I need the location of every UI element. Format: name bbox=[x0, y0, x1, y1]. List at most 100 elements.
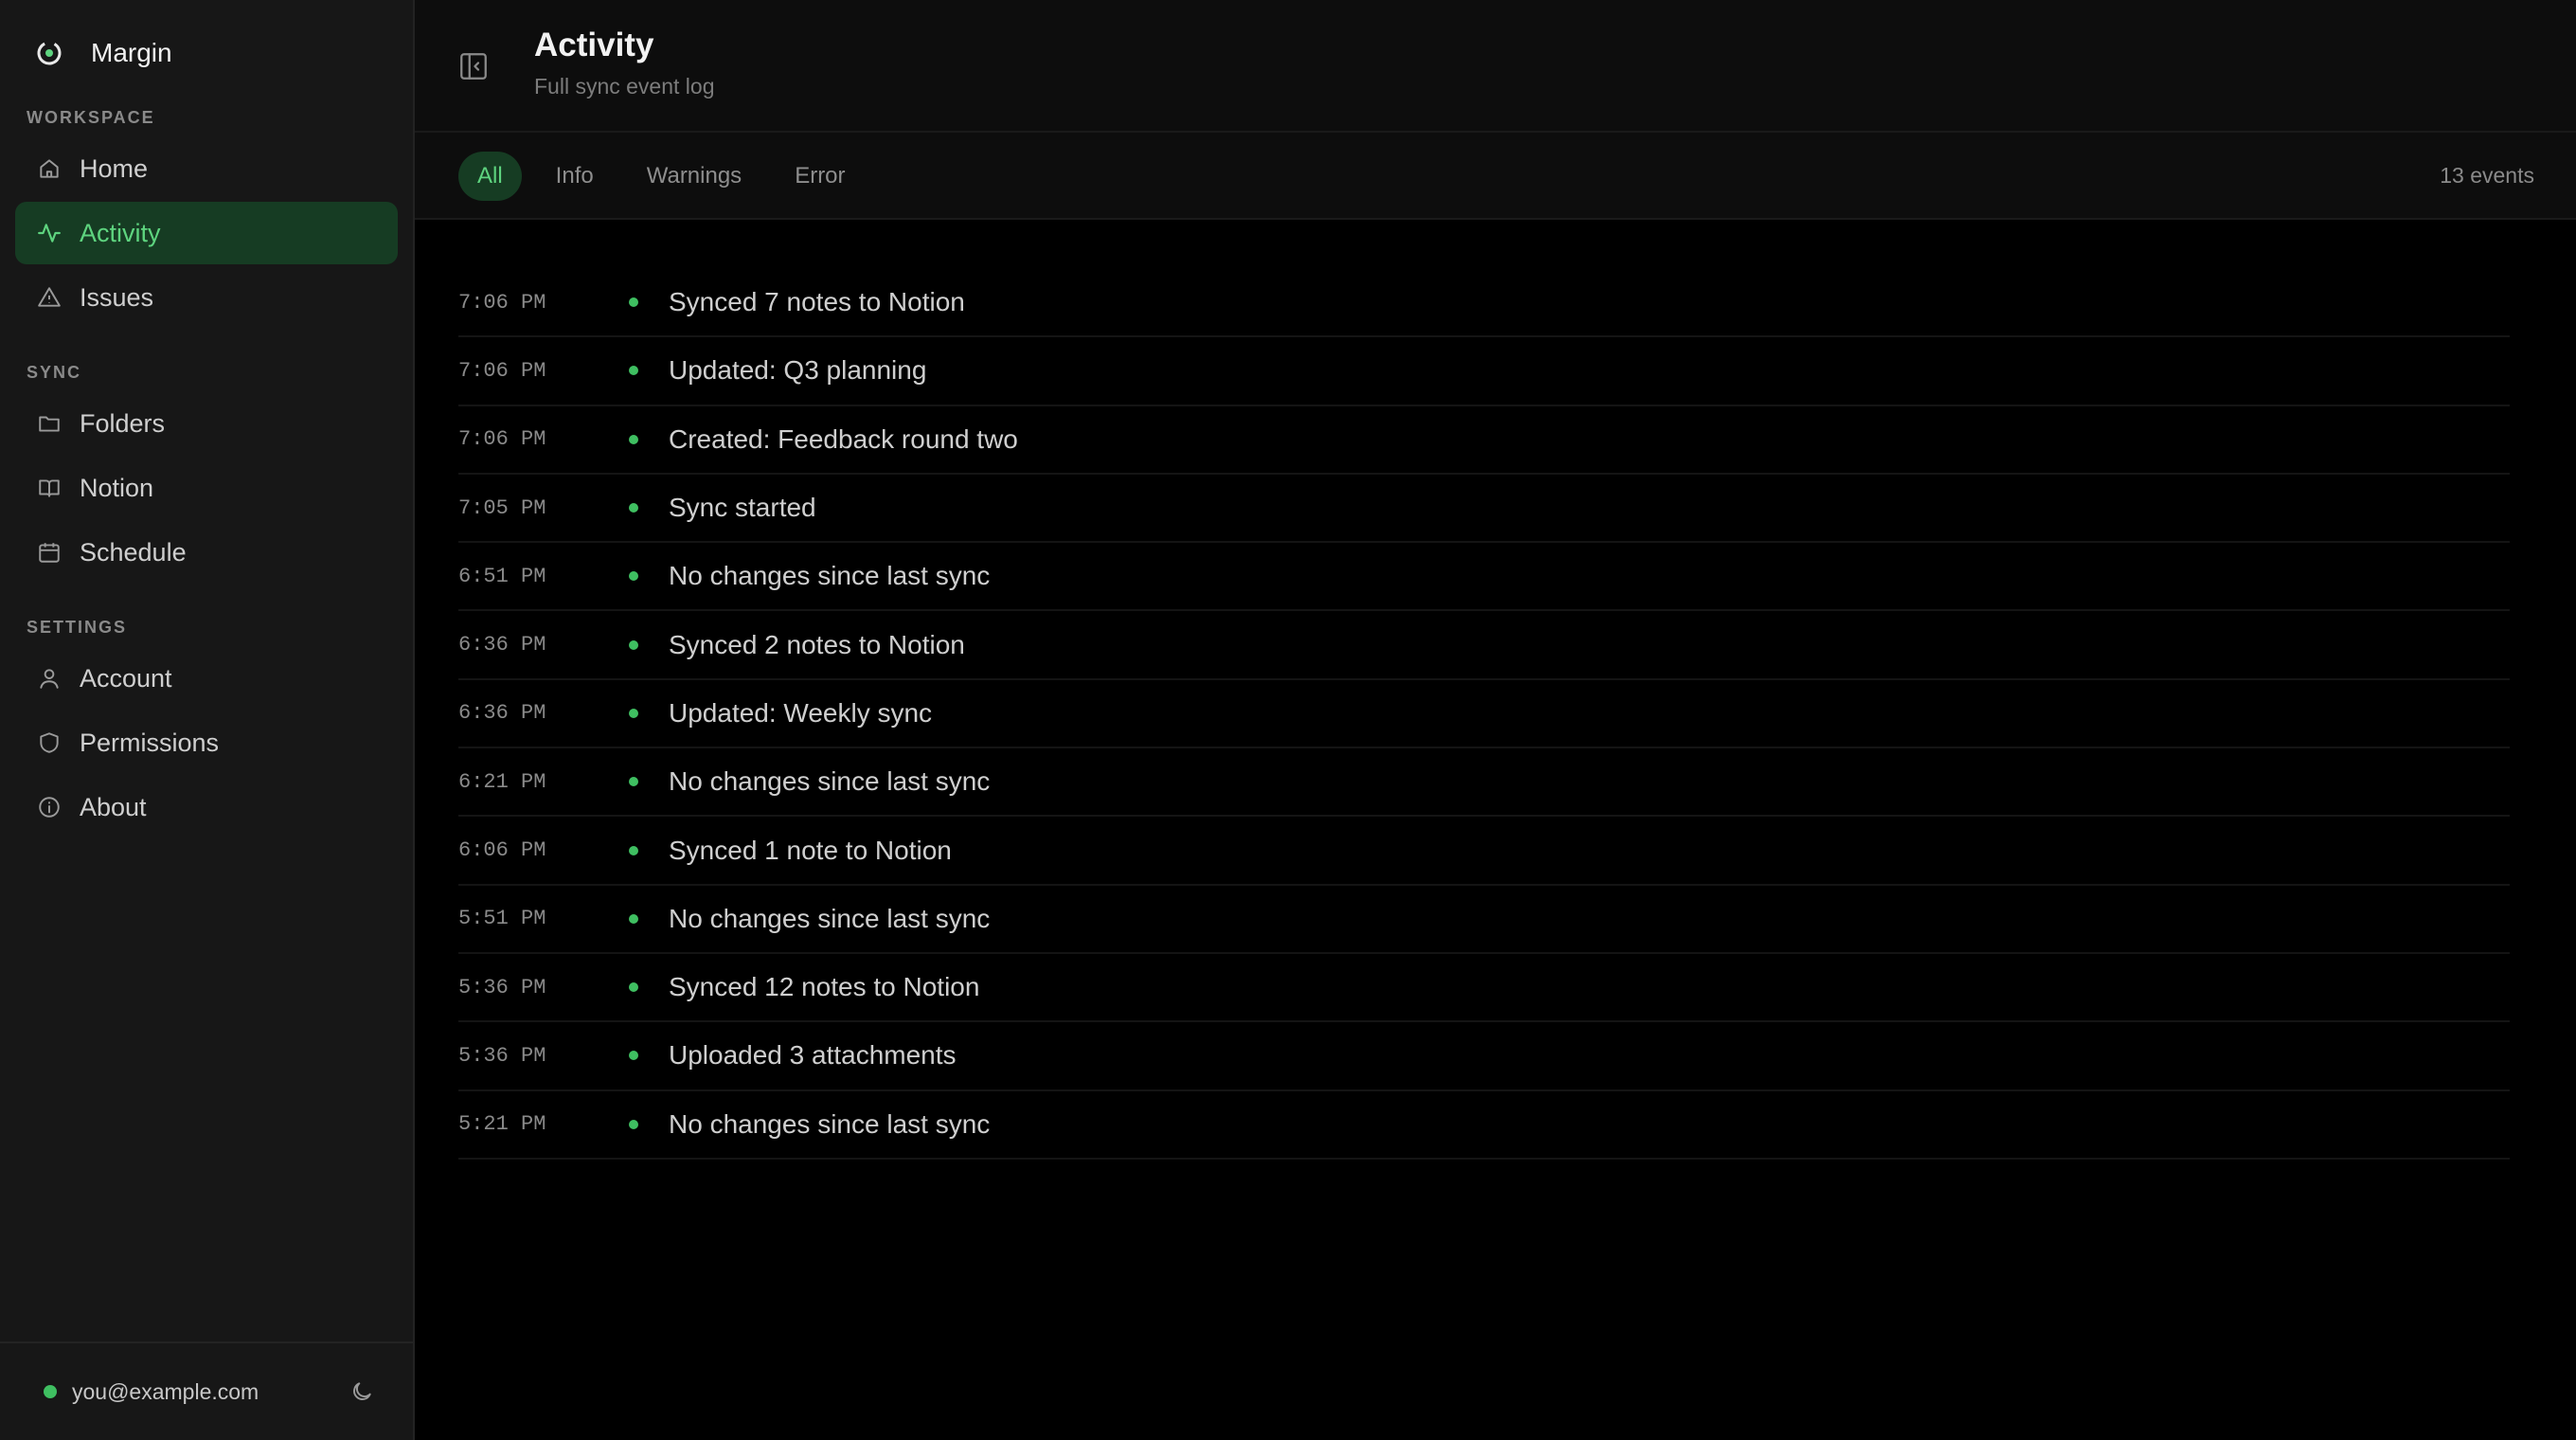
home-icon bbox=[34, 153, 64, 184]
book-icon bbox=[34, 473, 64, 503]
app-window: Margin WORKSPACE Home Activity Issues SY… bbox=[0, 0, 2576, 1440]
event-time: 5:21 PM bbox=[458, 1112, 546, 1137]
shield-icon bbox=[34, 728, 64, 758]
event-status-dot bbox=[629, 571, 638, 582]
event-message: No changes since last sync bbox=[669, 903, 991, 933]
event-time: 5:36 PM bbox=[458, 975, 546, 999]
calendar-icon bbox=[34, 537, 64, 567]
event-status-dot bbox=[629, 1051, 638, 1061]
tab-error[interactable]: Error bbox=[776, 152, 864, 201]
event-message: Synced 1 note to Notion bbox=[669, 835, 952, 865]
filter-tabs: All Info Warnings Error bbox=[458, 152, 880, 201]
sidebar-item-account[interactable]: Account bbox=[15, 647, 398, 710]
event-status-dot bbox=[629, 639, 638, 650]
event-row: 5:21 PM No changes since last sync bbox=[458, 1091, 2510, 1160]
event-message: Updated: Weekly sync bbox=[669, 697, 933, 728]
event-row: 5:36 PM Synced 12 notes to Notion bbox=[458, 954, 2510, 1023]
event-time: 6:21 PM bbox=[458, 769, 546, 794]
event-status-dot bbox=[629, 845, 638, 855]
event-status-dot bbox=[629, 913, 638, 924]
tab-all[interactable]: All bbox=[458, 152, 522, 201]
event-row: 6:36 PM Updated: Weekly sync bbox=[458, 680, 2510, 749]
sidebar-item-label: About bbox=[80, 792, 147, 821]
sidebar-item-label: Home bbox=[80, 153, 149, 183]
sidebar-toggle-icon[interactable] bbox=[456, 49, 491, 83]
sidebar-item-folders[interactable]: Folders bbox=[15, 392, 398, 455]
sidebar-item-permissions[interactable]: Permissions bbox=[15, 711, 398, 774]
event-message: Uploaded 3 attachments bbox=[669, 1040, 957, 1071]
event-row: 7:05 PM Sync started bbox=[458, 475, 2510, 544]
event-row: 6:36 PM Synced 2 notes to Notion bbox=[458, 611, 2510, 680]
event-message: Synced 12 notes to Notion bbox=[669, 972, 980, 1002]
event-row: 5:36 PM Uploaded 3 attachments bbox=[458, 1022, 2510, 1091]
online-status-dot bbox=[44, 1385, 57, 1398]
event-row: 7:06 PM Synced 7 notes to Notion bbox=[458, 269, 2510, 338]
page-header: Activity Full sync event log bbox=[415, 0, 2576, 133]
event-status-dot bbox=[629, 1119, 638, 1129]
filter-bar: All Info Warnings Error 13 events bbox=[415, 133, 2576, 220]
event-row: 7:06 PM Created: Feedback round two bbox=[458, 406, 2510, 475]
sidebar-item-issues[interactable]: Issues bbox=[15, 266, 398, 329]
event-message: No changes since last sync bbox=[669, 1108, 991, 1139]
event-message: Synced 2 notes to Notion bbox=[669, 629, 965, 659]
event-status-dot bbox=[629, 982, 638, 993]
tab-warnings[interactable]: Warnings bbox=[628, 152, 760, 201]
sidebar-item-label: Notion bbox=[80, 473, 154, 502]
sidebar-item-label: Schedule bbox=[80, 537, 187, 567]
event-message: No changes since last sync bbox=[669, 561, 991, 591]
sidebar-item-label: Permissions bbox=[80, 728, 220, 757]
event-time: 6:36 PM bbox=[458, 633, 546, 657]
event-status-dot bbox=[629, 503, 638, 513]
event-time: 6:06 PM bbox=[458, 838, 546, 863]
sidebar-item-home[interactable]: Home bbox=[15, 137, 398, 200]
sidebar-item-activity[interactable]: Activity bbox=[15, 202, 398, 264]
margin-logo-icon bbox=[34, 38, 64, 68]
activity-icon bbox=[34, 218, 64, 248]
event-time: 6:36 PM bbox=[458, 701, 546, 726]
sidebar-item-label: Account bbox=[80, 663, 172, 693]
event-status-dot bbox=[629, 777, 638, 787]
sidebar-item-about[interactable]: About bbox=[15, 776, 398, 838]
sidebar-item-notion[interactable]: Notion bbox=[15, 457, 398, 519]
event-row: 6:21 PM No changes since last sync bbox=[458, 748, 2510, 818]
event-time: 5:51 PM bbox=[458, 907, 546, 931]
event-message: Synced 7 notes to Notion bbox=[669, 287, 965, 317]
sidebar-item-label: Issues bbox=[80, 282, 154, 312]
event-row: 6:06 PM Synced 1 note to Notion bbox=[458, 817, 2510, 886]
event-message: No changes since last sync bbox=[669, 766, 991, 797]
event-status-dot bbox=[629, 434, 638, 444]
event-row: 7:06 PM Updated: Q3 planning bbox=[458, 337, 2510, 406]
event-time: 7:06 PM bbox=[458, 358, 546, 383]
page-subtitle: Full sync event log bbox=[534, 74, 715, 99]
folder-icon bbox=[34, 408, 64, 439]
page-title: Activity bbox=[534, 27, 654, 63]
sidebar-item-label: Activity bbox=[80, 218, 161, 247]
event-status-dot bbox=[629, 708, 638, 718]
event-row: 6:51 PM No changes since last sync bbox=[458, 543, 2510, 612]
event-message: Updated: Q3 planning bbox=[669, 355, 927, 386]
user-icon bbox=[34, 663, 64, 693]
event-message: Created: Feedback round two bbox=[669, 423, 1018, 454]
event-status-dot bbox=[629, 366, 638, 376]
event-log: 7:06 PM Synced 7 notes to Notion 7:06 PM Up… bbox=[415, 220, 2576, 1160]
moon-icon[interactable] bbox=[345, 1375, 379, 1409]
sidebar: Margin WORKSPACE Home Activity Issues SY… bbox=[0, 0, 415, 1440]
event-time: 7:06 PM bbox=[458, 290, 546, 315]
event-time: 5:36 PM bbox=[458, 1043, 546, 1068]
event-row: 5:51 PM No changes since last sync bbox=[458, 886, 2510, 954]
main-panel: Activity Full sync event log All Info Wa… bbox=[415, 0, 2576, 1440]
brand: Margin bbox=[0, 27, 413, 80]
user-email: you@example.com bbox=[72, 1378, 259, 1404]
warning-icon bbox=[34, 282, 64, 313]
event-time: 7:05 PM bbox=[458, 495, 546, 520]
brand-name: Margin bbox=[91, 38, 172, 67]
event-message: Sync started bbox=[669, 493, 816, 523]
event-status-dot bbox=[629, 297, 638, 308]
event-count: 13 events bbox=[2440, 162, 2534, 188]
sidebar-item-label: Folders bbox=[80, 408, 166, 438]
event-time: 7:06 PM bbox=[458, 427, 546, 452]
tab-info[interactable]: Info bbox=[537, 152, 613, 201]
sidebar-item-schedule[interactable]: Schedule bbox=[15, 521, 398, 584]
info-icon bbox=[34, 792, 64, 822]
event-time: 6:51 PM bbox=[458, 564, 546, 588]
